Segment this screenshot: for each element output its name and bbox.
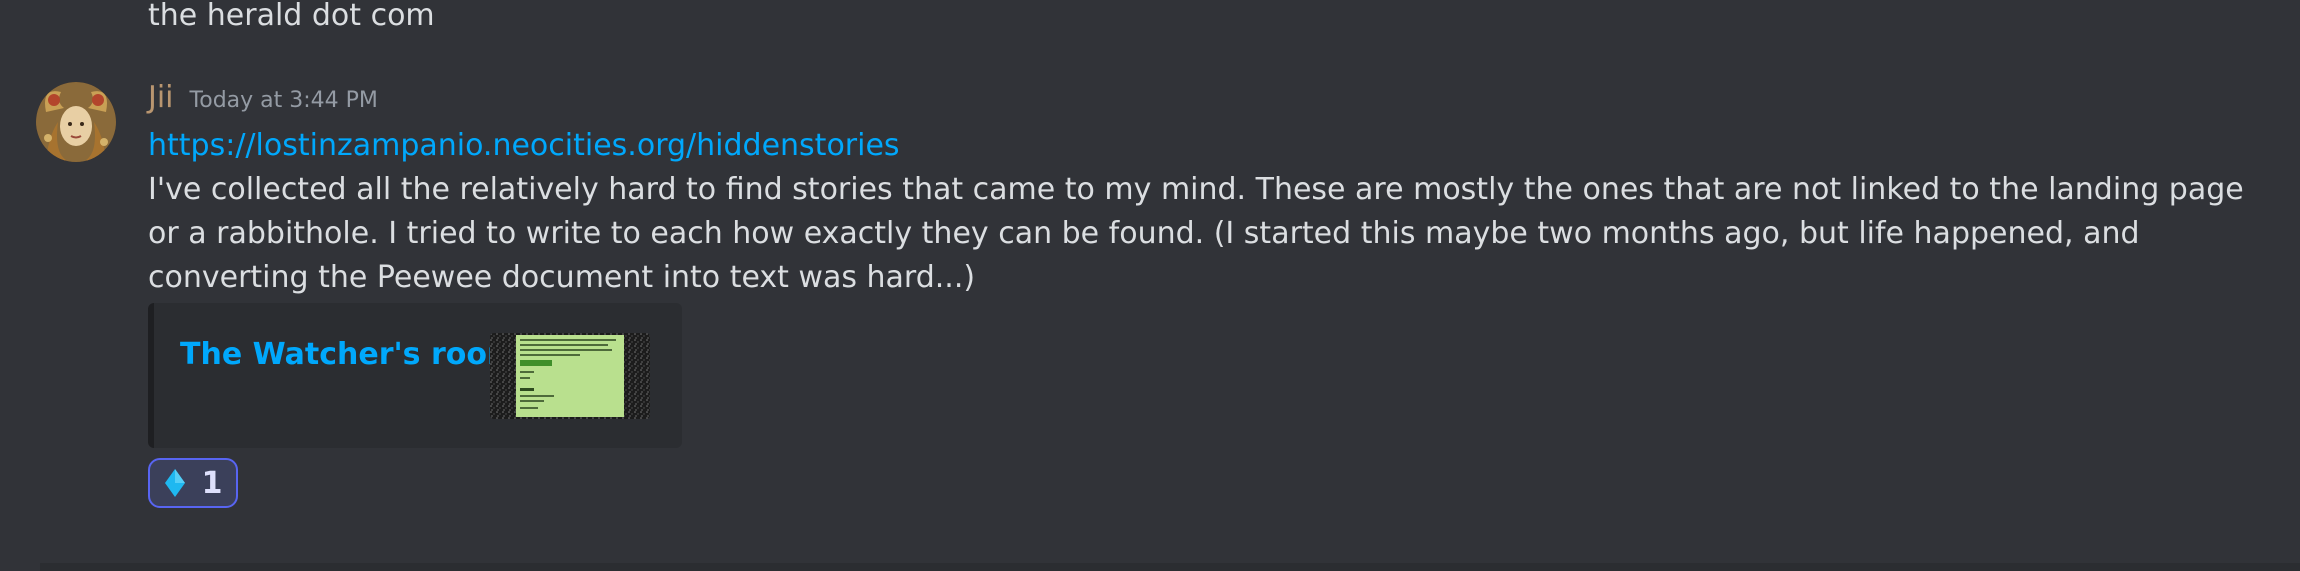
previous-message-text: the herald dot com <box>148 0 435 33</box>
message-header: Jii Today at 3:44 PM <box>148 80 378 124</box>
bottom-divider <box>40 563 2300 571</box>
message-link[interactable]: https://lostinzampanio.neocities.org/hid… <box>148 124 900 168</box>
embed-thumbnail[interactable] <box>490 333 650 419</box>
embed-title[interactable]: The Watcher's room <box>180 337 518 372</box>
webpage-thumbnail <box>490 333 650 419</box>
avatar-image <box>36 82 116 162</box>
reaction-button[interactable]: 1 <box>148 458 238 508</box>
message-body: I've collected all the relatively hard t… <box>148 172 2244 295</box>
reaction-count: 1 <box>201 465 223 501</box>
blue-diamond-icon <box>164 469 185 497</box>
user-avatar[interactable] <box>36 82 116 162</box>
author-name[interactable]: Jii <box>148 80 174 115</box>
link-embed: The Watcher's room <box>148 303 682 448</box>
message-timestamp[interactable]: Today at 3:44 PM <box>190 88 378 113</box>
